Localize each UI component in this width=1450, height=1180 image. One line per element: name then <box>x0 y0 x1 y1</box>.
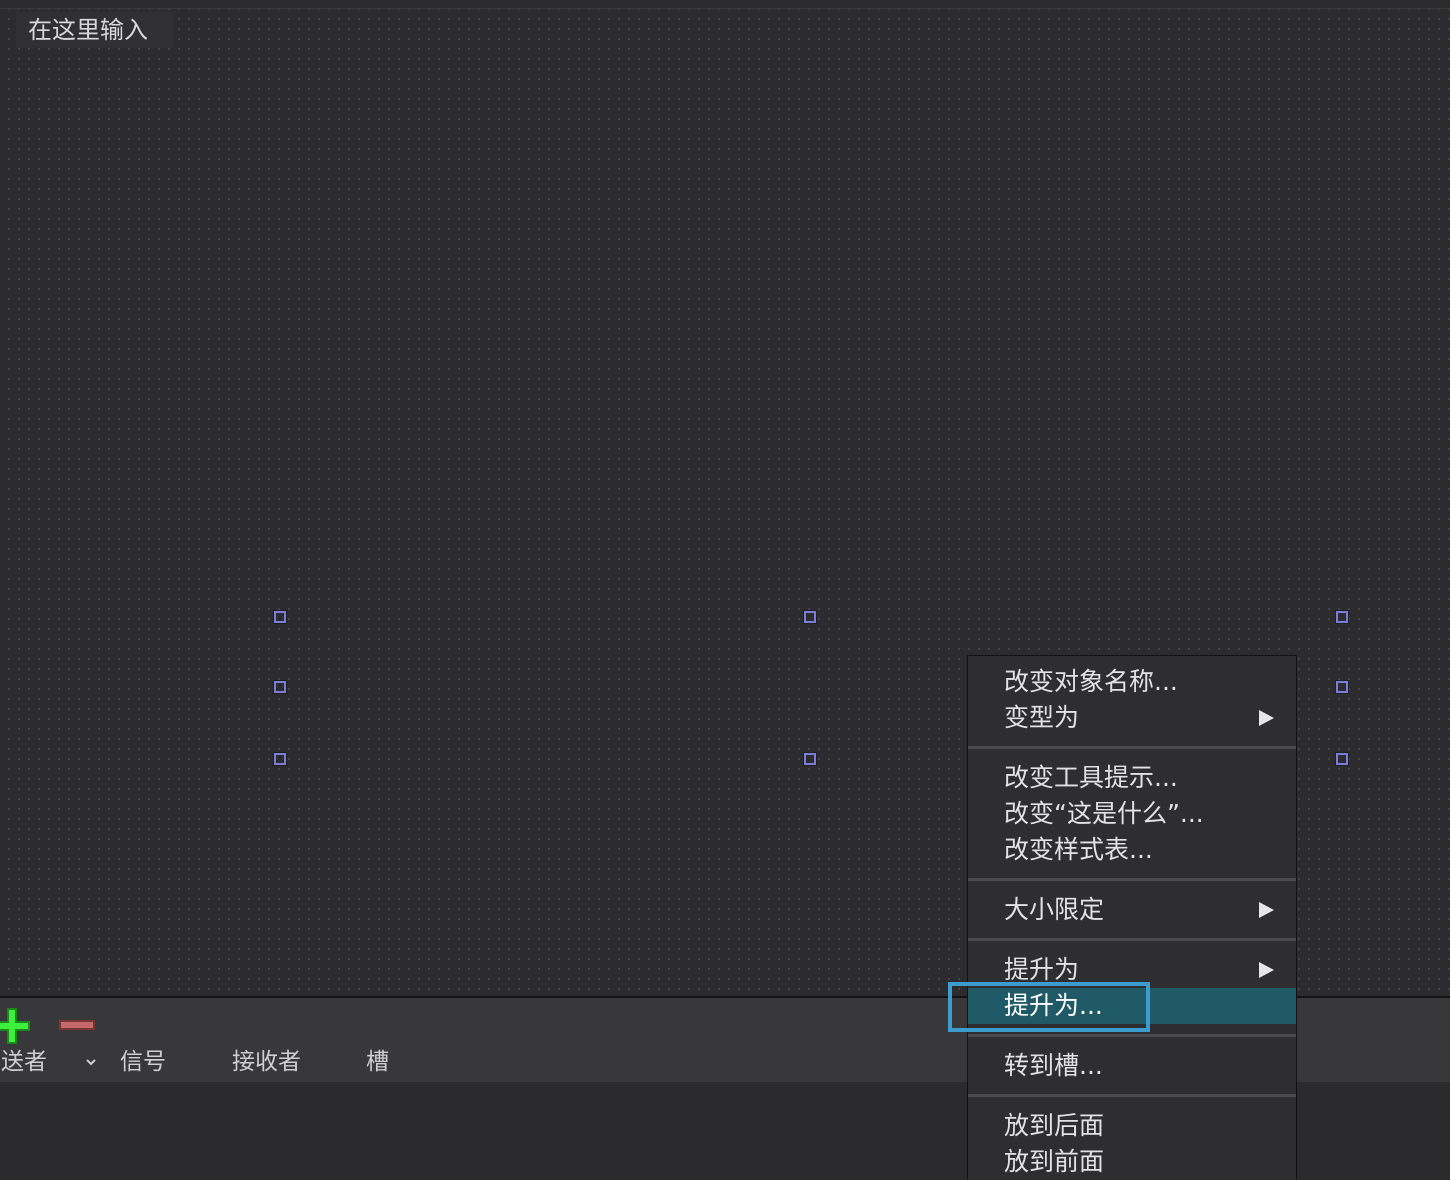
resize-handle-top-right[interactable] <box>1335 610 1349 624</box>
resize-handle-middle-left[interactable] <box>273 680 287 694</box>
submenu-arrow-icon <box>1259 902 1274 918</box>
menu-item-label: 改变工具提示... <box>1004 763 1178 792</box>
menu-item-label: 变型为 <box>1004 703 1080 732</box>
menu-item-promote-to-submenu[interactable]: 提升为 <box>968 952 1296 988</box>
context-menu: 改变对象名称... 变型为 改变工具提示... 改变“这是什么”... 改变样式… <box>967 655 1297 1180</box>
menu-item-label: 放到前面 <box>1004 1147 1105 1176</box>
menu-item-change-whats-this[interactable]: 改变“这是什么”... <box>968 796 1296 832</box>
menu-separator <box>968 1034 1296 1037</box>
resize-handle-bottom-left[interactable] <box>273 752 287 766</box>
menu-item-change-tooltip[interactable]: 改变工具提示... <box>968 760 1296 796</box>
menu-item-bring-to-front[interactable]: 放到前面 <box>968 1144 1296 1180</box>
designer-window: 在这里输入 送者 信号 接收者 槽 改变对象名称... 变型为 改变工具提示..… <box>0 0 1450 1180</box>
add-connection-button[interactable] <box>0 1006 32 1046</box>
resize-handle-bottom-center[interactable] <box>803 752 817 766</box>
canvas-divider <box>0 8 1450 9</box>
menu-item-change-stylesheet[interactable]: 改变样式表... <box>968 832 1296 868</box>
submenu-arrow-icon <box>1259 962 1274 978</box>
submenu-arrow-icon <box>1259 710 1274 726</box>
resize-handle-top-left[interactable] <box>273 610 287 624</box>
menu-item-size-constraints[interactable]: 大小限定 <box>968 892 1296 928</box>
menu-separator <box>968 1094 1296 1097</box>
minus-icon <box>59 1020 95 1030</box>
menu-item-go-to-slot[interactable]: 转到槽... <box>968 1048 1296 1084</box>
plus-icon <box>0 1008 30 1044</box>
column-header-signal[interactable]: 信号 <box>120 1044 166 1080</box>
remove-connection-button[interactable] <box>58 1012 96 1040</box>
menu-item-label: 提升为... <box>1004 991 1103 1020</box>
menu-item-label: 转到槽... <box>1004 1051 1103 1080</box>
menu-separator <box>968 878 1296 881</box>
menubar-type-here[interactable]: 在这里输入 <box>16 12 174 48</box>
chevron-down-icon[interactable] <box>84 1054 98 1068</box>
menu-item-label: 改变“这是什么”... <box>1004 799 1204 828</box>
menu-item-promote-to[interactable]: 提升为... <box>968 988 1296 1024</box>
column-header-sender[interactable]: 发送者 <box>0 1044 47 1080</box>
menu-item-change-object-name[interactable]: 改变对象名称... <box>968 664 1296 700</box>
resize-handle-bottom-right[interactable] <box>1335 752 1349 766</box>
menu-item-label: 改变样式表... <box>1004 835 1153 864</box>
menu-separator <box>968 746 1296 749</box>
menu-item-label: 提升为 <box>1004 955 1080 984</box>
column-header-slot[interactable]: 槽 <box>366 1044 389 1080</box>
menu-item-label: 改变对象名称... <box>1004 667 1178 696</box>
resize-handle-middle-right[interactable] <box>1335 680 1349 694</box>
menu-item-send-to-back[interactable]: 放到后面 <box>968 1108 1296 1144</box>
resize-handle-top-center[interactable] <box>803 610 817 624</box>
menu-item-label: 放到后面 <box>1004 1111 1105 1140</box>
menu-item-morph-into[interactable]: 变型为 <box>968 700 1296 736</box>
column-header-receiver[interactable]: 接收者 <box>232 1044 301 1080</box>
menu-item-label: 大小限定 <box>1004 895 1105 924</box>
menu-separator <box>968 938 1296 941</box>
